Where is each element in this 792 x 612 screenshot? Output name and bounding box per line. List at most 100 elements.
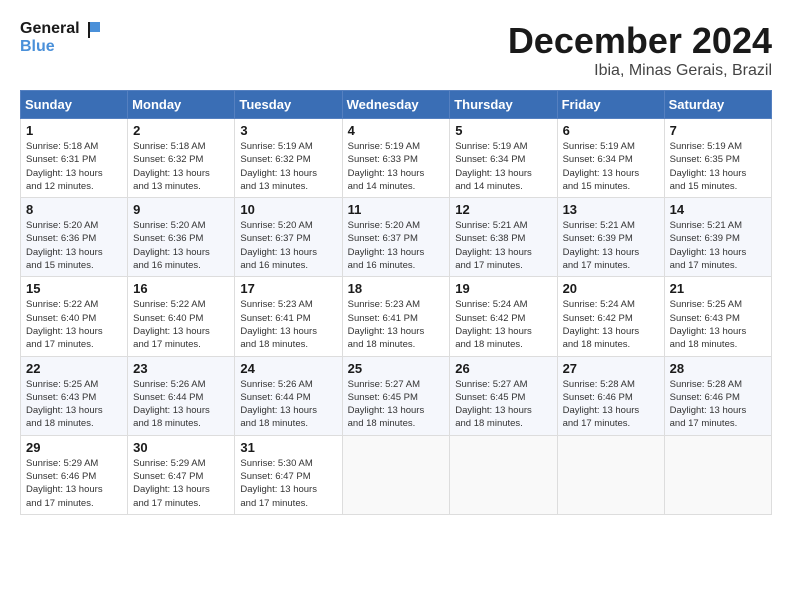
day-number: 3	[240, 123, 336, 138]
day-cell-12: 12 Sunrise: 5:21 AM Sunset: 6:38 PM Dayl…	[450, 198, 557, 277]
day-number: 30	[133, 440, 229, 455]
day-number: 13	[563, 202, 659, 217]
day-number: 31	[240, 440, 336, 455]
day-info: Sunrise: 5:28 AM Sunset: 6:46 PM Dayligh…	[563, 378, 659, 431]
day-number: 1	[26, 123, 122, 138]
day-number: 29	[26, 440, 122, 455]
logo-flag-icon	[82, 20, 100, 38]
day-number: 11	[348, 202, 445, 217]
day-info: Sunrise: 5:26 AM Sunset: 6:44 PM Dayligh…	[133, 378, 229, 431]
header-saturday: Saturday	[664, 91, 771, 119]
day-info: Sunrise: 5:20 AM Sunset: 6:37 PM Dayligh…	[348, 219, 445, 272]
day-cell-26: 26 Sunrise: 5:27 AM Sunset: 6:45 PM Dayl…	[450, 356, 557, 435]
empty-cell	[450, 435, 557, 514]
day-cell-13: 13 Sunrise: 5:21 AM Sunset: 6:39 PM Dayl…	[557, 198, 664, 277]
day-number: 8	[26, 202, 122, 217]
day-info: Sunrise: 5:20 AM Sunset: 6:37 PM Dayligh…	[240, 219, 336, 272]
location-subtitle: Ibia, Minas Gerais, Brazil	[508, 62, 772, 80]
day-cell-21: 21 Sunrise: 5:25 AM Sunset: 6:43 PM Dayl…	[664, 277, 771, 356]
day-cell-24: 24 Sunrise: 5:26 AM Sunset: 6:44 PM Dayl…	[235, 356, 342, 435]
day-cell-8: 8 Sunrise: 5:20 AM Sunset: 6:36 PM Dayli…	[21, 198, 128, 277]
header-friday: Friday	[557, 91, 664, 119]
day-number: 12	[455, 202, 551, 217]
day-number: 24	[240, 361, 336, 376]
day-info: Sunrise: 5:27 AM Sunset: 6:45 PM Dayligh…	[455, 378, 551, 431]
day-cell-22: 22 Sunrise: 5:25 AM Sunset: 6:43 PM Dayl…	[21, 356, 128, 435]
header-tuesday: Tuesday	[235, 91, 342, 119]
day-cell-14: 14 Sunrise: 5:21 AM Sunset: 6:39 PM Dayl…	[664, 198, 771, 277]
day-cell-20: 20 Sunrise: 5:24 AM Sunset: 6:42 PM Dayl…	[557, 277, 664, 356]
day-cell-23: 23 Sunrise: 5:26 AM Sunset: 6:44 PM Dayl…	[128, 356, 235, 435]
empty-cell	[557, 435, 664, 514]
day-number: 22	[26, 361, 122, 376]
day-number: 19	[455, 281, 551, 296]
header-thursday: Thursday	[450, 91, 557, 119]
day-number: 21	[670, 281, 766, 296]
page-header: General Blue December 2024 Ibia, Minas G…	[20, 20, 772, 80]
day-number: 10	[240, 202, 336, 217]
day-number: 20	[563, 281, 659, 296]
day-cell-2: 2 Sunrise: 5:18 AM Sunset: 6:32 PM Dayli…	[128, 119, 235, 198]
day-number: 17	[240, 281, 336, 296]
day-cell-27: 27 Sunrise: 5:28 AM Sunset: 6:46 PM Dayl…	[557, 356, 664, 435]
day-number: 28	[670, 361, 766, 376]
day-cell-25: 25 Sunrise: 5:27 AM Sunset: 6:45 PM Dayl…	[342, 356, 450, 435]
day-info: Sunrise: 5:29 AM Sunset: 6:46 PM Dayligh…	[26, 457, 122, 510]
day-info: Sunrise: 5:22 AM Sunset: 6:40 PM Dayligh…	[26, 298, 122, 351]
empty-cell	[664, 435, 771, 514]
day-cell-10: 10 Sunrise: 5:20 AM Sunset: 6:37 PM Dayl…	[235, 198, 342, 277]
day-cell-18: 18 Sunrise: 5:23 AM Sunset: 6:41 PM Dayl…	[342, 277, 450, 356]
day-cell-28: 28 Sunrise: 5:28 AM Sunset: 6:46 PM Dayl…	[664, 356, 771, 435]
day-info: Sunrise: 5:20 AM Sunset: 6:36 PM Dayligh…	[133, 219, 229, 272]
day-info: Sunrise: 5:21 AM Sunset: 6:39 PM Dayligh…	[670, 219, 766, 272]
day-info: Sunrise: 5:24 AM Sunset: 6:42 PM Dayligh…	[563, 298, 659, 351]
day-number: 9	[133, 202, 229, 217]
day-number: 4	[348, 123, 445, 138]
day-cell-3: 3 Sunrise: 5:19 AM Sunset: 6:32 PM Dayli…	[235, 119, 342, 198]
day-cell-17: 17 Sunrise: 5:23 AM Sunset: 6:41 PM Dayl…	[235, 277, 342, 356]
logo: General Blue	[20, 20, 100, 56]
day-number: 27	[563, 361, 659, 376]
week-row-5: 29 Sunrise: 5:29 AM Sunset: 6:46 PM Dayl…	[21, 435, 772, 514]
day-info: Sunrise: 5:28 AM Sunset: 6:46 PM Dayligh…	[670, 378, 766, 431]
header-sunday: Sunday	[21, 91, 128, 119]
day-number: 5	[455, 123, 551, 138]
day-cell-16: 16 Sunrise: 5:22 AM Sunset: 6:40 PM Dayl…	[128, 277, 235, 356]
empty-cell	[342, 435, 450, 514]
day-cell-4: 4 Sunrise: 5:19 AM Sunset: 6:33 PM Dayli…	[342, 119, 450, 198]
week-row-4: 22 Sunrise: 5:25 AM Sunset: 6:43 PM Dayl…	[21, 356, 772, 435]
day-number: 6	[563, 123, 659, 138]
day-cell-15: 15 Sunrise: 5:22 AM Sunset: 6:40 PM Dayl…	[21, 277, 128, 356]
week-row-1: 1 Sunrise: 5:18 AM Sunset: 6:31 PM Dayli…	[21, 119, 772, 198]
day-info: Sunrise: 5:18 AM Sunset: 6:32 PM Dayligh…	[133, 140, 229, 193]
header-wednesday: Wednesday	[342, 91, 450, 119]
day-number: 7	[670, 123, 766, 138]
week-row-2: 8 Sunrise: 5:20 AM Sunset: 6:36 PM Dayli…	[21, 198, 772, 277]
day-info: Sunrise: 5:19 AM Sunset: 6:33 PM Dayligh…	[348, 140, 445, 193]
day-cell-1: 1 Sunrise: 5:18 AM Sunset: 6:31 PM Dayli…	[21, 119, 128, 198]
day-number: 16	[133, 281, 229, 296]
day-info: Sunrise: 5:27 AM Sunset: 6:45 PM Dayligh…	[348, 378, 445, 431]
day-info: Sunrise: 5:26 AM Sunset: 6:44 PM Dayligh…	[240, 378, 336, 431]
day-info: Sunrise: 5:19 AM Sunset: 6:34 PM Dayligh…	[563, 140, 659, 193]
day-info: Sunrise: 5:23 AM Sunset: 6:41 PM Dayligh…	[240, 298, 336, 351]
day-info: Sunrise: 5:23 AM Sunset: 6:41 PM Dayligh…	[348, 298, 445, 351]
day-number: 14	[670, 202, 766, 217]
title-block: December 2024 Ibia, Minas Gerais, Brazil	[508, 20, 772, 80]
day-info: Sunrise: 5:29 AM Sunset: 6:47 PM Dayligh…	[133, 457, 229, 510]
week-row-3: 15 Sunrise: 5:22 AM Sunset: 6:40 PM Dayl…	[21, 277, 772, 356]
day-cell-31: 31 Sunrise: 5:30 AM Sunset: 6:47 PM Dayl…	[235, 435, 342, 514]
day-info: Sunrise: 5:18 AM Sunset: 6:31 PM Dayligh…	[26, 140, 122, 193]
day-info: Sunrise: 5:30 AM Sunset: 6:47 PM Dayligh…	[240, 457, 336, 510]
day-cell-5: 5 Sunrise: 5:19 AM Sunset: 6:34 PM Dayli…	[450, 119, 557, 198]
day-cell-19: 19 Sunrise: 5:24 AM Sunset: 6:42 PM Dayl…	[450, 277, 557, 356]
day-number: 18	[348, 281, 445, 296]
month-year-title: December 2024	[508, 20, 772, 62]
day-info: Sunrise: 5:21 AM Sunset: 6:39 PM Dayligh…	[563, 219, 659, 272]
day-cell-29: 29 Sunrise: 5:29 AM Sunset: 6:46 PM Dayl…	[21, 435, 128, 514]
day-number: 25	[348, 361, 445, 376]
header-monday: Monday	[128, 91, 235, 119]
day-info: Sunrise: 5:25 AM Sunset: 6:43 PM Dayligh…	[26, 378, 122, 431]
day-info: Sunrise: 5:24 AM Sunset: 6:42 PM Dayligh…	[455, 298, 551, 351]
day-number: 23	[133, 361, 229, 376]
